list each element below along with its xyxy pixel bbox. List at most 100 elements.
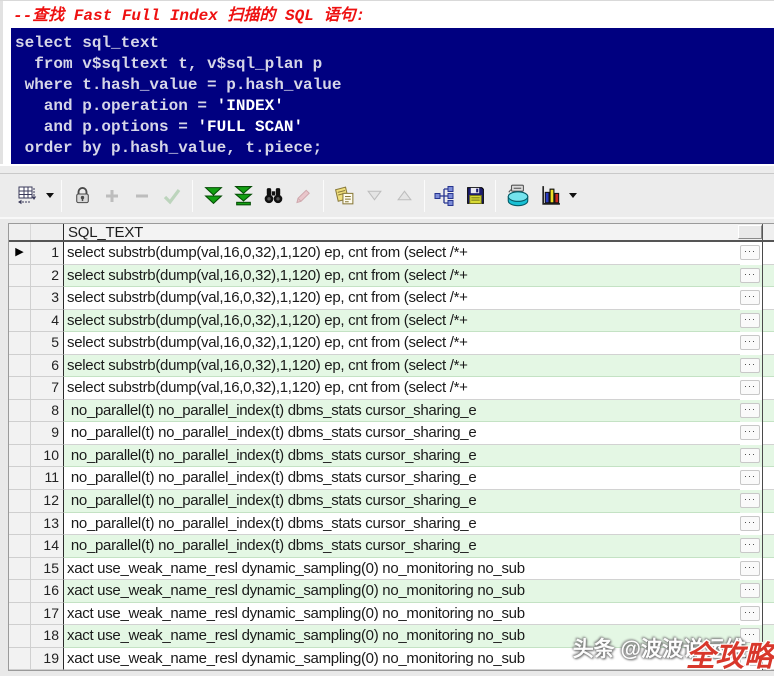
result-grid[interactable]: SQL_TEXT ▶ 1 select substrb(dump(val,16,… (8, 223, 774, 671)
fetch-last-page-button[interactable] (228, 181, 258, 211)
row-number[interactable]: 15 (31, 558, 64, 581)
row-number[interactable]: 9 (31, 422, 64, 445)
row-number[interactable]: 12 (31, 490, 64, 513)
sort-ascending-button[interactable] (389, 181, 419, 211)
sql-editor[interactable]: --查找 Fast Full Index 扫描的 SQL 语句: select … (0, 1, 774, 164)
row-number[interactable]: 14 (31, 535, 64, 558)
cell-more-button[interactable]: ··· (740, 290, 760, 305)
chart-button[interactable] (535, 181, 565, 211)
table-row[interactable]: 13 no_parallel(t) no_parallel_index(t) d… (9, 513, 774, 536)
cell-more-button[interactable]: ··· (740, 268, 760, 283)
sql-text-cell[interactable]: xact use_weak_name_resl dynamic_sampling… (64, 558, 740, 581)
table-row[interactable]: 11 no_parallel(t) no_parallel_index(t) d… (9, 467, 774, 490)
row-number[interactable]: 16 (31, 580, 64, 603)
cell-more-button[interactable]: ··· (740, 493, 760, 508)
table-row[interactable]: 18 xact use_weak_name_resl dynamic_sampl… (9, 625, 774, 648)
table-row[interactable]: 15 xact use_weak_name_resl dynamic_sampl… (9, 558, 774, 581)
cell-more-button[interactable]: ··· (740, 403, 760, 418)
row-number[interactable]: 4 (31, 310, 64, 333)
sql-text-cell[interactable]: no_parallel(t) no_parallel_index(t) dbms… (64, 535, 740, 558)
post-changes-button[interactable] (157, 181, 187, 211)
table-row[interactable]: ▶ 1 select substrb(dump(val,16,0,32),1,1… (9, 242, 774, 265)
sql-text-cell[interactable]: xact use_weak_name_resl dynamic_sampling… (64, 603, 740, 626)
cell-more-button[interactable]: ··· (740, 245, 760, 260)
cell-more-button[interactable]: ··· (740, 335, 760, 350)
explain-plan-button[interactable] (430, 181, 460, 211)
sql-text-cell[interactable]: select substrb(dump(val,16,0,32),1,120) … (64, 287, 740, 310)
delete-record-button[interactable] (127, 181, 157, 211)
insert-record-button[interactable] (97, 181, 127, 211)
cell-more-button[interactable]: ··· (740, 561, 760, 576)
row-number[interactable]: 11 (31, 467, 64, 490)
cell-more-button[interactable]: ··· (740, 470, 760, 485)
row-number[interactable]: 8 (31, 400, 64, 423)
lock-button[interactable] (67, 181, 97, 211)
table-row[interactable]: 10 no_parallel(t) no_parallel_index(t) d… (9, 445, 774, 468)
table-row[interactable]: 8 no_parallel(t) no_parallel_index(t) db… (9, 400, 774, 423)
sql-text-cell[interactable]: no_parallel(t) no_parallel_index(t) dbms… (64, 422, 740, 445)
sql-selection-block[interactable]: select sql_text from v$sqltext t, v$sql_… (11, 28, 774, 164)
table-row[interactable]: 2 select substrb(dump(val,16,0,32),1,120… (9, 265, 774, 288)
row-number[interactable]: 5 (31, 332, 64, 355)
row-number[interactable]: 3 (31, 287, 64, 310)
cell-more-button[interactable]: ··· (740, 358, 760, 373)
cell-more-button[interactable]: ··· (740, 380, 760, 395)
table-row[interactable]: 9 no_parallel(t) no_parallel_index(t) db… (9, 422, 774, 445)
sql-text-cell[interactable]: no_parallel(t) no_parallel_index(t) dbms… (64, 513, 740, 536)
sql-text-cell[interactable]: xact use_weak_name_resl dynamic_sampling… (64, 648, 740, 671)
row-number[interactable]: 6 (31, 355, 64, 378)
sql-text-cell[interactable]: xact use_weak_name_resl dynamic_sampling… (64, 625, 740, 648)
row-number[interactable]: 1 (31, 242, 64, 265)
save-button[interactable] (460, 181, 490, 211)
sql-text-cell[interactable]: no_parallel(t) no_parallel_index(t) dbms… (64, 490, 740, 513)
cell-more-button[interactable]: ··· (740, 583, 760, 598)
table-row[interactable]: 12 no_parallel(t) no_parallel_index(t) d… (9, 490, 774, 513)
cell-more-button[interactable]: ··· (740, 313, 760, 328)
row-number[interactable]: 10 (31, 445, 64, 468)
table-row[interactable]: 14 no_parallel(t) no_parallel_index(t) d… (9, 535, 774, 558)
sql-text-column-header[interactable]: SQL_TEXT (64, 224, 738, 240)
table-row[interactable]: 5 select substrb(dump(val,16,0,32),1,120… (9, 332, 774, 355)
row-number[interactable]: 2 (31, 265, 64, 288)
copy-button[interactable] (329, 181, 359, 211)
commit-button[interactable] (501, 181, 535, 211)
cell-more-button[interactable]: ··· (740, 448, 760, 463)
cell-more-button[interactable]: ··· (740, 606, 760, 621)
table-row[interactable]: 17 xact use_weak_name_resl dynamic_sampl… (9, 603, 774, 626)
sql-text-cell[interactable]: select substrb(dump(val,16,0,32),1,120) … (64, 310, 740, 333)
sort-descending-button[interactable] (359, 181, 389, 211)
cell-more-button[interactable]: ··· (740, 516, 760, 531)
table-row[interactable]: 6 select substrb(dump(val,16,0,32),1,120… (9, 355, 774, 378)
table-row[interactable]: 3 select substrb(dump(val,16,0,32),1,120… (9, 287, 774, 310)
table-row[interactable]: 19 xact use_weak_name_resl dynamic_sampl… (9, 648, 774, 671)
sql-text-cell[interactable]: no_parallel(t) no_parallel_index(t) dbms… (64, 467, 740, 490)
cell-more-button[interactable]: ··· (740, 538, 760, 553)
sql-text-cell[interactable]: xact use_weak_name_resl dynamic_sampling… (64, 580, 740, 603)
row-number[interactable]: 13 (31, 513, 64, 536)
row-number[interactable]: 7 (31, 377, 64, 400)
sql-text-cell[interactable]: select substrb(dump(val,16,0,32),1,120) … (64, 355, 740, 378)
cell-more-button[interactable]: ··· (740, 425, 760, 440)
editor-grid-splitter[interactable] (0, 164, 774, 174)
cell-more-button[interactable]: ··· (740, 651, 760, 666)
sql-text-cell[interactable]: select substrb(dump(val,16,0,32),1,120) … (64, 242, 740, 265)
row-number[interactable]: 18 (31, 625, 64, 648)
sql-text-cell[interactable]: select substrb(dump(val,16,0,32),1,120) … (64, 332, 740, 355)
grid-layout-dropdown[interactable] (42, 181, 56, 211)
chart-dropdown[interactable] (565, 181, 579, 211)
current-row-marker (9, 603, 31, 626)
table-row[interactable]: 7 select substrb(dump(val,16,0,32),1,120… (9, 377, 774, 400)
find-button[interactable] (258, 181, 288, 211)
table-row[interactable]: 16 xact use_weak_name_resl dynamic_sampl… (9, 580, 774, 603)
sql-text-cell[interactable]: select substrb(dump(val,16,0,32),1,120) … (64, 265, 740, 288)
sql-text-cell[interactable]: no_parallel(t) no_parallel_index(t) dbms… (64, 400, 740, 423)
sql-text-cell[interactable]: select substrb(dump(val,16,0,32),1,120) … (64, 377, 740, 400)
cell-more-button[interactable]: ··· (740, 628, 760, 643)
grid-layout-button[interactable] (12, 181, 42, 211)
edit-button[interactable] (288, 181, 318, 211)
table-row[interactable]: 4 select substrb(dump(val,16,0,32),1,120… (9, 310, 774, 333)
row-number[interactable]: 17 (31, 603, 64, 626)
sql-text-cell[interactable]: no_parallel(t) no_parallel_index(t) dbms… (64, 445, 740, 468)
fetch-next-page-button[interactable] (198, 181, 228, 211)
row-number[interactable]: 19 (31, 648, 64, 671)
